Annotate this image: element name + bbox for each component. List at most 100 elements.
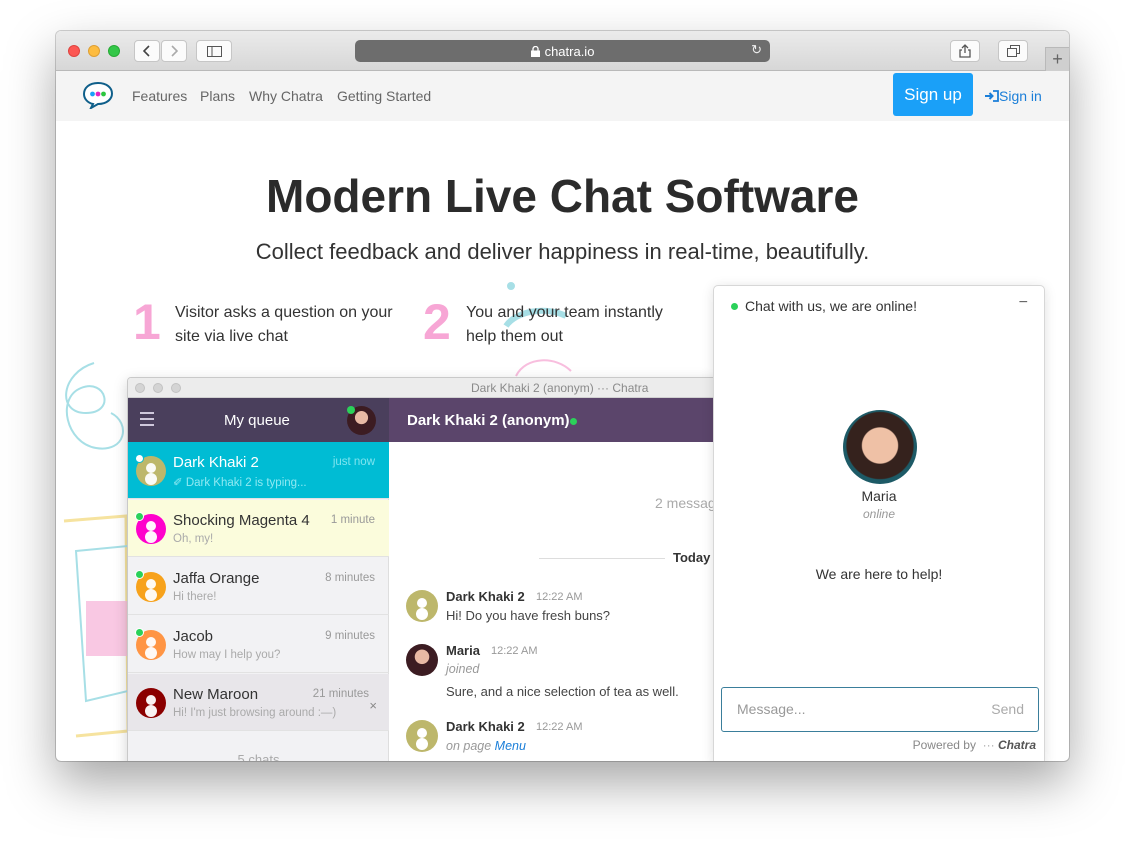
chat-name: Jaffa Orange (173, 570, 260, 587)
step-1-number: 1 (133, 294, 161, 350)
conversation-pane: 2 messag Today Dark Khaki 2 12:22 AM Hi!… (389, 442, 726, 761)
chat-widget: Chat with us, we are online! − Maria onl… (713, 285, 1045, 761)
dashboard-minimize-button[interactable] (153, 383, 163, 393)
dashboard-close-button[interactable] (135, 383, 145, 393)
chat-time: just now (332, 456, 375, 468)
chat-time: 1 minute (330, 514, 375, 526)
tabs-button[interactable] (998, 40, 1028, 62)
message-time: 12:22 AM (491, 645, 538, 657)
message-author: Dark Khaki 2 (446, 719, 525, 734)
site-navigation: Features Plans Why Chatra Getting Starte… (56, 71, 1069, 121)
online-indicator (135, 628, 144, 637)
tabs-icon (1006, 45, 1020, 57)
new-tab-button[interactable]: + (1045, 47, 1069, 71)
conversation-header: Dark Khaki 2 (anonym) (389, 398, 726, 442)
visitor-avatar (406, 590, 438, 622)
chat-preview: How may I help you? (173, 649, 281, 661)
sign-in-icon (985, 90, 999, 102)
dashboard-window-title: Dark Khaki 2 (anonym) ··· Chatra (471, 381, 649, 395)
lock-icon (530, 45, 540, 57)
sign-in-label: Sign in (999, 88, 1042, 104)
minimize-widget-button[interactable]: − (1019, 294, 1028, 312)
message-text: Hi! Do you have fresh buns? (446, 608, 611, 623)
browser-toolbar: chatra.io ↻ + (56, 31, 1069, 71)
powered-by-label: Powered by (912, 738, 976, 752)
widget-header: Chat with us, we are online! (745, 298, 917, 314)
chatra-dashboard-window: Dark Khaki 2 (anonym) ··· Chatra My queu… (127, 377, 727, 761)
agent-name: Maria (861, 488, 897, 504)
chat-preview: Hi there! (173, 591, 217, 603)
chevron-left-icon (143, 45, 150, 57)
chat-preview: Hi! I'm just browsing around :—) (173, 707, 337, 719)
date-divider-line (539, 558, 665, 559)
sidebar-icon (206, 45, 222, 57)
message-meta: on page Menu (446, 739, 526, 753)
chat-item-dark-khaki-2[interactable]: Dark Khaki 2 just now ✐ Dark Khaki 2 is … (128, 442, 389, 499)
chat-name: Jacob (173, 628, 214, 645)
page-link[interactable]: Menu (495, 739, 526, 753)
sign-up-button[interactable]: Sign up (893, 73, 973, 116)
share-button[interactable] (950, 40, 980, 62)
nav-plans-link[interactable]: Plans (200, 88, 235, 104)
hamburger-menu-icon[interactable] (140, 412, 154, 426)
chat-list: Dark Khaki 2 just now ✐ Dark Khaki 2 is … (128, 442, 389, 761)
browser-window: chatra.io ↻ + Features Plans Why Chatra … (56, 31, 1069, 761)
chevron-right-icon (171, 45, 178, 57)
nav-why-chatra-link[interactable]: Why Chatra (249, 88, 323, 104)
agent-avatar (843, 410, 917, 484)
queue-title: My queue (224, 412, 290, 429)
agent-online-indicator (347, 406, 355, 414)
message-input[interactable]: Message... Send (721, 687, 1039, 732)
step-1-text: Visitor asks a question on your site via… (175, 304, 393, 345)
chat-item-jacob[interactable]: Jacob 9 minutes How may I help you? (128, 616, 389, 673)
send-button[interactable]: Send (991, 701, 1024, 717)
visitor-avatar (406, 720, 438, 752)
message-meta: joined (446, 662, 480, 676)
frame-decoration (63, 514, 128, 738)
conversation-title: Dark Khaki 2 (anonym) (407, 412, 570, 429)
sidebar-toggle-button[interactable] (196, 40, 232, 62)
agent-avatar (406, 644, 438, 676)
chat-count: 5 chats (237, 752, 280, 761)
close-chat-icon[interactable]: × (369, 698, 377, 713)
forward-button[interactable] (161, 40, 187, 62)
powered-by[interactable]: Powered by ··· Chatra (913, 738, 1036, 752)
reload-icon[interactable]: ↻ (751, 42, 762, 58)
dashboard-zoom-button[interactable] (171, 383, 181, 393)
visitor-online-indicator (570, 418, 577, 425)
chatra-logo-icon[interactable] (82, 81, 114, 109)
address-bar[interactable]: chatra.io ↻ (355, 40, 770, 62)
step-2-text: You and your team instantly help them ou… (466, 304, 663, 345)
powered-by-brand: Chatra (997, 738, 1036, 752)
date-divider-label: Today (673, 550, 711, 565)
chat-name: New Maroon (173, 686, 259, 703)
chat-name: Dark Khaki 2 (173, 454, 259, 471)
online-indicator (135, 570, 144, 579)
chat-preview: Oh, my! (173, 533, 214, 545)
chatra-dots-icon: ··· (982, 738, 995, 752)
sign-in-link[interactable]: Sign in (985, 88, 1042, 104)
chat-item-shocking-magenta-4[interactable]: Shocking Magenta 4 1 minute Oh, my! (128, 500, 389, 557)
message-time: 12:22 AM (536, 591, 583, 603)
nav-getting-started-link[interactable]: Getting Started (337, 88, 431, 104)
message-text: Sure, and a nice selection of tea as wel… (446, 684, 679, 699)
zoom-window-button[interactable] (108, 45, 120, 57)
message-author: Maria (446, 643, 480, 658)
message-count: 2 messag (655, 495, 716, 511)
nav-features-link[interactable]: Features (132, 88, 187, 104)
back-button[interactable] (134, 40, 160, 62)
chat-time: 21 minutes (312, 688, 369, 700)
chat-item-jaffa-orange[interactable]: Jaffa Orange 8 minutes Hi there! (128, 558, 389, 615)
visitor-avatar (136, 688, 166, 718)
hero-title: Modern Live Chat Software (266, 170, 859, 222)
online-indicator (135, 512, 144, 521)
hero-subtitle: Collect feedback and deliver happiness i… (255, 239, 870, 264)
chat-time: 8 minutes (325, 572, 375, 584)
minimize-window-button[interactable] (88, 45, 100, 57)
url-text: chatra.io (544, 43, 595, 59)
chat-time: 9 minutes (325, 630, 375, 642)
share-icon (959, 44, 971, 58)
chat-item-new-maroon[interactable]: New Maroon 21 minutes Hi! I'm just brows… (128, 674, 389, 731)
online-indicator (731, 303, 738, 310)
close-window-button[interactable] (68, 45, 80, 57)
